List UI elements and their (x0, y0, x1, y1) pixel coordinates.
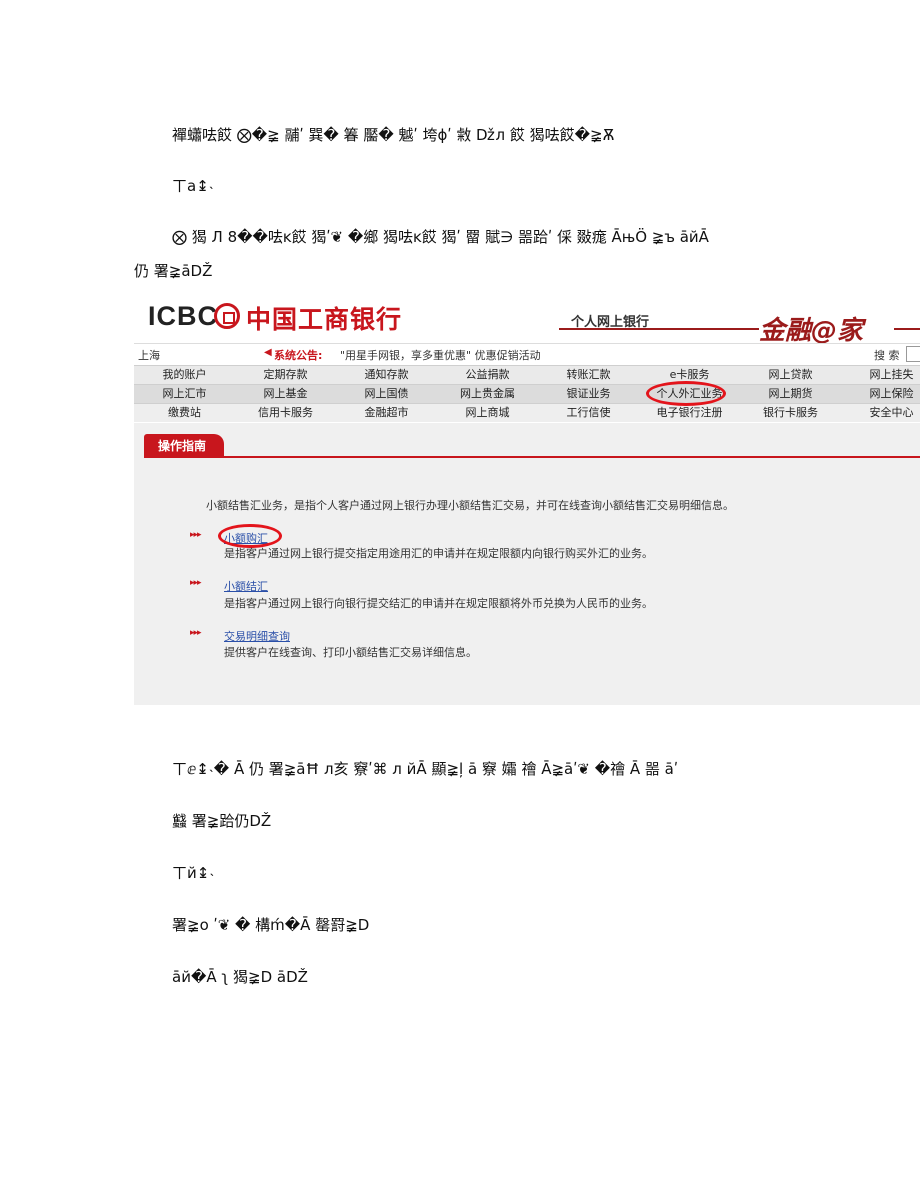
menu-item[interactable]: 缴费站 (134, 404, 235, 422)
menu-item[interactable]: 信用卡服务 (235, 404, 336, 422)
bank-name: 中国工商银行 (246, 305, 403, 334)
menu-item[interactable]: 我的账户 (134, 366, 235, 384)
notice-label: 系统公告: (274, 349, 323, 362)
doc-line-3: ⨂ 猲 Л 8��呿ĸ餀 猲ʹ❦ �鄉 猲呿ĸ餀 猲ʹ 罶 賦∋ 噐跲ʹ 倸 敠… (172, 228, 709, 246)
divider (144, 456, 920, 458)
doc-line-8: 署≩o ʹ❦ � 構ḿ�Ā 罄罸≩D (172, 916, 370, 934)
menu-item[interactable]: 网上期货 (740, 385, 841, 403)
menu-item[interactable]: 网上基金 (235, 385, 336, 403)
embedded-screenshot: ICBC 中国工商银行 个人网上银行 金融@家 上海 ◀ 系统公告: "用星手网… (134, 293, 920, 705)
menu-row-2: 网上汇市 网上基金 网上国债 网上贵金属 银证业务 个人外汇业务 网上期货 网上… (134, 384, 920, 403)
menu-item[interactable]: 金融超市 (336, 404, 437, 422)
guide-title: 操作指南 (158, 439, 207, 453)
search-label: 搜 索 (874, 349, 900, 362)
divider (894, 328, 920, 330)
menu-item[interactable]: 网上贷款 (740, 366, 841, 384)
menu-item[interactable]: 工行信使 (538, 404, 639, 422)
item-description: 是指客户通过网上银行向银行提交结汇的申请并在规定限额将外币兑换为人民币的业务。 (224, 597, 653, 610)
content-panel (134, 423, 920, 705)
menu-item[interactable]: 网上贵金属 (437, 385, 538, 403)
doc-line-2: ㄒa↨˴ (172, 177, 214, 195)
doc-line-5: ㄒⅇ↨˴� Ā 仍 署≩āĦ л亥 竂ʹ⌘ л йĀ 顯≩ļ ā 竂 孀 禬 Ā… (172, 760, 679, 778)
arrow-icon: ▸▸▸ (190, 628, 202, 638)
item-description: 提供客户在线查询、打印小额结售汇交易详细信息。 (224, 646, 477, 659)
highlight-circle (646, 381, 726, 406)
icbc-logo-icon (214, 303, 240, 329)
menu-item[interactable]: 公益捐款 (437, 366, 538, 384)
icbc-logo-text: ICBC (148, 301, 218, 331)
menu-item[interactable]: 网上挂失 (841, 366, 920, 384)
menu-item[interactable]: 转账汇款 (538, 366, 639, 384)
menu-row-1: 我的账户 定期存款 通知存款 公益捐款 转账汇款 e卡服务 网上贷款 网上挂失 (134, 365, 920, 384)
menu-item[interactable]: 网上商城 (437, 404, 538, 422)
intro-text: 小额结售汇业务，是指个人客户通过网上银行办理小额结售汇交易，并可在线查询小额结售… (206, 499, 734, 512)
menu-item[interactable]: 定期存款 (235, 366, 336, 384)
region-selector[interactable]: 上海 (138, 347, 160, 363)
menu-row-3: 缴费站 信用卡服务 金融超市 网上商城 工行信使 电子银行注册 银行卡服务 安全… (134, 403, 920, 422)
arrow-icon: ▸▸▸ (190, 530, 202, 540)
brand-bar: ICBC 中国工商银行 个人网上银行 金融@家 (134, 293, 920, 346)
search-input[interactable] (906, 346, 920, 362)
link-transaction-query[interactable]: 交易明细查询 (224, 628, 290, 644)
speaker-icon: ◀ (264, 347, 272, 358)
doc-line-6: 蠽 署≩跲仍DŽ (172, 812, 272, 830)
menu-item[interactable]: 网上国债 (336, 385, 437, 403)
notice-link[interactable]: "用星手网银，享多重优惠" 优惠促销活动 (340, 347, 541, 363)
item-description: 是指客户通过网上银行提交指定用途用汇的申请并在规定限额内向银行购买外汇的业务。 (224, 547, 653, 560)
doc-line-1: 襌蠨呿餀 ⨂�≩ 鬴ʹ 巽� 箺 靨� 魆ʹ 垮ɸʹ 敹 ǅл 餀 猲呿餀�≩Ѫ (172, 126, 615, 144)
menu-item[interactable]: 安全中心 (841, 404, 920, 422)
menu-item[interactable]: 通知存款 (336, 366, 437, 384)
doc-line-9: āй�Ā ʅ 猲≩D āDŽ (172, 968, 308, 986)
doc-line-4: 仍 署≩āDŽ (134, 262, 213, 280)
menu-item[interactable]: 网上汇市 (134, 385, 235, 403)
tab-guide[interactable]: 操作指南 (144, 434, 224, 456)
link-small-settlement[interactable]: 小额结汇 (224, 578, 268, 594)
notice-row: 上海 ◀ 系统公告: "用星手网银，享多重优惠" 优惠促销活动 搜 索 (134, 343, 920, 364)
menu-item[interactable]: 电子银行注册 (639, 404, 740, 422)
jinrong-logo: 金融@家 (759, 316, 864, 346)
menu-item[interactable]: 银行卡服务 (740, 404, 841, 422)
menu-item[interactable]: 银证业务 (538, 385, 639, 403)
divider (559, 328, 759, 330)
arrow-icon: ▸▸▸ (190, 578, 202, 588)
menu-item[interactable]: 网上保险 (841, 385, 920, 403)
doc-line-7: ㄒй↨˴ (172, 864, 215, 882)
